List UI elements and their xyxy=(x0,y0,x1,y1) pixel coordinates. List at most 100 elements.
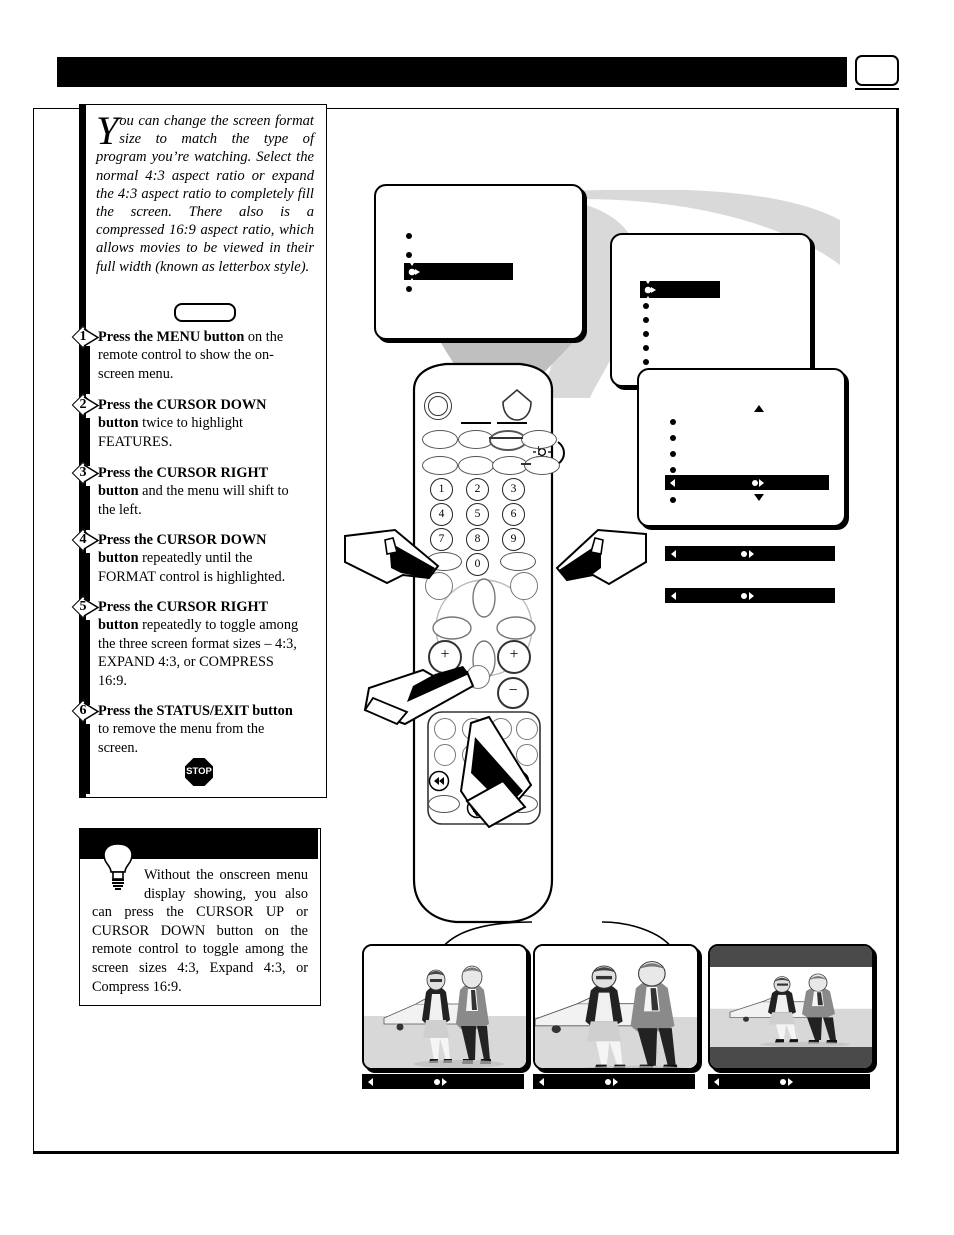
step-6-text: to remove the menu from the screen. xyxy=(98,721,265,756)
sample-2-image xyxy=(535,946,697,1068)
label-rule-1 xyxy=(461,422,491,424)
format-bar-2-left-arrow-icon[interactable] xyxy=(671,592,676,600)
format-bar-1-right-arrow-icon[interactable] xyxy=(741,550,754,558)
page-header-bar xyxy=(57,57,847,87)
sample-3-left-arrow-icon[interactable] xyxy=(714,1078,719,1086)
label-rule-2 xyxy=(497,422,527,424)
intro-body: ou can change the screen format size to … xyxy=(96,113,314,275)
step-2-number: 2 xyxy=(79,397,87,412)
menu2-cursor-glyph-icon xyxy=(644,281,656,299)
step-2-number-marker: 2 xyxy=(71,393,100,417)
step-1-bold: Press the MENU button xyxy=(98,329,245,345)
menu3-item-3[interactable] xyxy=(670,467,676,473)
status-exit-button[interactable] xyxy=(510,572,538,600)
format-bar-2-right-arrow-icon[interactable] xyxy=(741,592,754,600)
channel-up-label: + xyxy=(509,646,519,663)
sample-picture-compress-16-9[interactable] xyxy=(708,944,874,1070)
divider-pill xyxy=(174,303,236,322)
rewind-icon[interactable] xyxy=(428,770,450,792)
step-2: 2 Press the CURSOR DOWN button twice to … xyxy=(71,393,304,451)
numeric-key-6[interactable]: 6 xyxy=(502,503,525,526)
menu3-scroll-down-icon[interactable] xyxy=(754,494,764,501)
sample-picture-expand-4-3[interactable] xyxy=(533,944,699,1070)
menu2-item-3[interactable] xyxy=(643,331,649,337)
menu1-cursor-glyph-icon xyxy=(408,263,420,281)
channel-up-button[interactable]: + xyxy=(497,640,531,674)
function-tick-1 xyxy=(538,446,540,455)
menu1-item-1[interactable] xyxy=(406,252,412,258)
step-1: 1 Press the MENU button on the remote co… xyxy=(71,325,304,383)
menu3-item-2[interactable] xyxy=(670,451,676,457)
sample-picture-normal-4-3[interactable] xyxy=(362,944,528,1070)
sample-1-right-arrow-icon[interactable] xyxy=(434,1078,447,1086)
sample-1-left-arrow-icon[interactable] xyxy=(368,1078,373,1086)
tv-screen-icon xyxy=(855,55,899,90)
menu2-item-2[interactable] xyxy=(643,317,649,323)
function-button-7[interactable] xyxy=(492,456,528,475)
format-bar-1-left-arrow-icon[interactable] xyxy=(671,550,676,558)
format-bar-2[interactable] xyxy=(665,588,835,603)
step-3: 3 Press the CURSOR RIGHT button and the … xyxy=(71,461,304,519)
function-button-10[interactable] xyxy=(500,552,536,571)
step-3-number: 3 xyxy=(79,465,87,480)
menu3-right-arrow-icon[interactable] xyxy=(752,479,764,487)
menu3-format-row-highlight[interactable] xyxy=(665,475,829,490)
menu-screen-2[interactable] xyxy=(610,233,812,387)
source-button[interactable] xyxy=(500,388,534,422)
sample-2-left-arrow-icon[interactable] xyxy=(539,1078,544,1086)
numeric-key-5[interactable]: 5 xyxy=(466,503,489,526)
function-button-6[interactable] xyxy=(458,456,494,475)
function-button-5[interactable] xyxy=(422,456,458,475)
sample-3-image xyxy=(710,967,872,1047)
step-3-number-marker: 3 xyxy=(71,461,100,485)
menu3-left-arrow-icon[interactable] xyxy=(670,479,675,487)
function-button-1[interactable] xyxy=(422,430,458,449)
menu1-item-3[interactable] xyxy=(406,286,412,292)
menu2-item-4[interactable] xyxy=(643,345,649,351)
pointing-hand-cursor-down xyxy=(344,528,440,585)
stop-sign-icon: STOP xyxy=(185,758,213,786)
step-5: 5 Press the CURSOR RIGHT button repeated… xyxy=(71,595,304,690)
power-button-inner[interactable] xyxy=(428,396,448,416)
menu3-item-0[interactable] xyxy=(670,419,676,425)
minus-label: − xyxy=(508,682,518,699)
numeric-key-9[interactable]: 9 xyxy=(502,528,525,551)
sample-2-right-arrow-icon[interactable] xyxy=(605,1078,618,1086)
sample-3-right-arrow-icon[interactable] xyxy=(780,1078,793,1086)
step-6-number: 6 xyxy=(79,703,87,718)
function-button-8[interactable] xyxy=(524,456,560,475)
numeric-key-8[interactable]: 8 xyxy=(466,528,489,551)
step-5-number-marker: 5 xyxy=(71,595,100,619)
sample-3-label-bar[interactable] xyxy=(708,1074,870,1089)
minus-button[interactable]: − xyxy=(497,677,529,709)
menu-screen-1[interactable] xyxy=(374,184,584,340)
menu1-item-2-highlight[interactable] xyxy=(404,263,513,280)
menu3-item-1[interactable] xyxy=(670,435,676,441)
menu3-item-5[interactable] xyxy=(670,497,676,503)
format-bar-1[interactable] xyxy=(665,546,835,561)
menu1-item-0[interactable] xyxy=(406,233,412,239)
menu2-item-5[interactable] xyxy=(643,359,649,365)
pointing-hand-status-exit xyxy=(459,715,533,829)
numeric-key-4[interactable]: 4 xyxy=(430,503,453,526)
step-6-number-marker: 6 xyxy=(71,699,100,723)
menu3-scroll-up-icon[interactable] xyxy=(754,405,764,412)
step-1-number-marker: 1 xyxy=(71,325,100,349)
step-1-number: 1 xyxy=(79,329,87,344)
sample-2-label-bar[interactable] xyxy=(533,1074,695,1089)
step-4-number-marker: 4 xyxy=(71,528,100,552)
menu-screen-3[interactable] xyxy=(637,368,846,527)
intro-dropcap: Y xyxy=(96,108,119,153)
numeric-key-3[interactable]: 3 xyxy=(502,478,525,501)
step-6-bold: Press the STATUS/EXIT button xyxy=(98,703,293,719)
function-link-2 xyxy=(521,463,531,465)
menu2-item-1[interactable] xyxy=(643,303,649,309)
numeric-key-2[interactable]: 2 xyxy=(466,478,489,501)
step-4-number: 4 xyxy=(79,532,87,547)
intro-paragraph: You can change the screen format size to… xyxy=(96,108,314,276)
step-6: 6 Press the STATUS/EXIT button to remove… xyxy=(71,699,304,757)
numeric-key-1[interactable]: 1 xyxy=(430,478,453,501)
step-4: 4 Press the CURSOR DOWN button repeatedl… xyxy=(71,528,304,586)
sample-1-label-bar[interactable] xyxy=(362,1074,524,1089)
sample-1-image xyxy=(364,946,526,1068)
